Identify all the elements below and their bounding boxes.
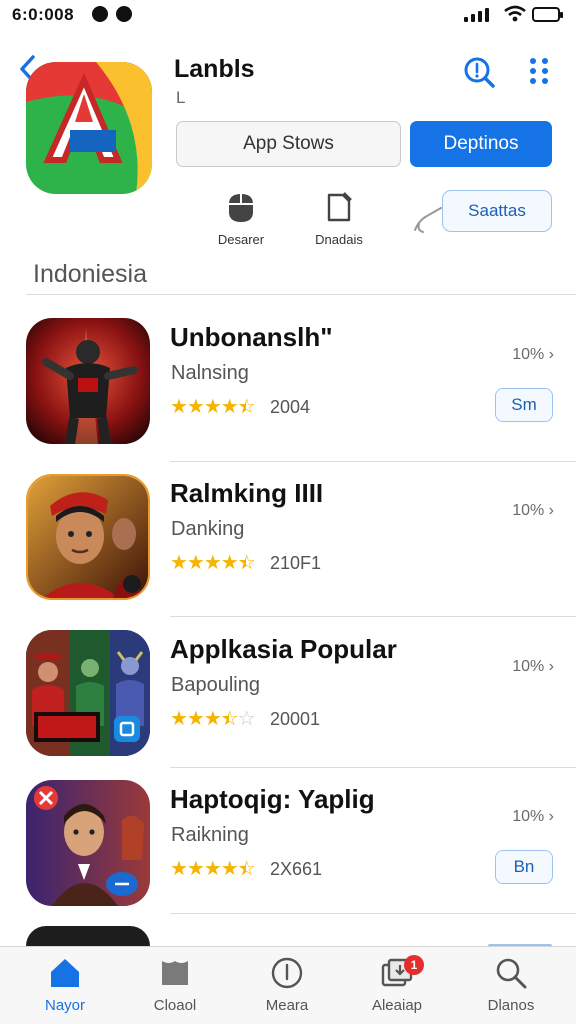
tab-cloaol[interactable]: Cloaol bbox=[130, 955, 220, 1021]
percent-value: 10% bbox=[512, 808, 545, 825]
tab-label: Dlanos bbox=[487, 997, 535, 1014]
app-thumbnail bbox=[26, 780, 150, 906]
action-label: Dnadais bbox=[315, 232, 363, 247]
section-title: Indoniesia bbox=[33, 260, 147, 288]
app-subtitle: L bbox=[176, 88, 186, 107]
app-name: Unbonanslh" bbox=[170, 322, 333, 352]
home-icon bbox=[51, 959, 79, 987]
row-divider bbox=[170, 767, 576, 768]
tab-label: Meara bbox=[265, 997, 309, 1014]
mouse-icon bbox=[229, 194, 253, 222]
list-item-partial[interactable] bbox=[0, 926, 576, 946]
list-item[interactable]: Ralmking IIII Danking ★★★★☆★ 210F1 10% › bbox=[0, 474, 576, 624]
tab-nayor[interactable]: Nayor bbox=[20, 955, 110, 1021]
percent-label: 10% › bbox=[512, 346, 554, 364]
list-item[interactable]: Haptoqig: Yaplig Raikning ★★★★☆★ 2X661 1… bbox=[0, 780, 576, 930]
app-thumbnail bbox=[26, 630, 150, 756]
chevron-right-icon: › bbox=[548, 658, 554, 675]
rating-count: 2X661 bbox=[270, 859, 323, 879]
chevron-right-icon: › bbox=[548, 346, 554, 363]
action-label: Desarer bbox=[217, 232, 265, 247]
info-icon bbox=[271, 957, 303, 989]
get-button[interactable]: Bn bbox=[495, 850, 553, 884]
tab-bar: Nayor Cloaol Meara 1 Aleaiap Dlanos bbox=[0, 946, 576, 1024]
save-button[interactable]: Saattas bbox=[442, 190, 552, 232]
navigation-icon bbox=[116, 6, 132, 22]
dnadais-action[interactable]: Dnadais bbox=[294, 190, 384, 250]
row-divider bbox=[170, 616, 576, 617]
wifi-icon bbox=[504, 5, 526, 22]
list-item[interactable]: Unbonanslh" Nalnsing ★★★★☆★ 2004 10% › S… bbox=[0, 318, 576, 468]
app-thumbnail bbox=[26, 474, 150, 600]
edit-icon bbox=[327, 192, 352, 222]
cellular-signal-icon bbox=[464, 8, 490, 22]
app-name: Applkasia Popular bbox=[170, 634, 397, 664]
app-title: Lanbls bbox=[174, 55, 255, 83]
app-category: Raikning bbox=[171, 824, 249, 846]
row-divider bbox=[170, 461, 576, 462]
app-category: Bapouling bbox=[171, 674, 260, 696]
percent-label: 10% › bbox=[512, 808, 554, 826]
desarer-action[interactable]: Desarer bbox=[196, 190, 286, 250]
app-category: Danking bbox=[171, 518, 245, 540]
get-button[interactable]: Sm bbox=[495, 388, 553, 422]
status-time: 6:0:008 bbox=[12, 5, 75, 24]
section-divider bbox=[26, 294, 576, 295]
row-divider bbox=[170, 913, 576, 914]
app-thumbnail bbox=[26, 926, 150, 946]
app-thumbnail bbox=[26, 318, 150, 444]
star-rating: ★★★★☆★ bbox=[170, 552, 256, 574]
status-bar: 6:0:008 bbox=[0, 0, 576, 30]
chevron-right-icon: › bbox=[548, 808, 554, 825]
search-icon[interactable] bbox=[462, 55, 496, 89]
chevron-right-icon: › bbox=[548, 502, 554, 519]
tab-label: Nayor bbox=[44, 997, 85, 1014]
more-options-icon[interactable] bbox=[528, 56, 550, 86]
rating-count: 2004 bbox=[270, 397, 311, 417]
star-rating: ★★★☆★☆ bbox=[170, 708, 256, 730]
battery-icon bbox=[532, 7, 563, 22]
app-icon bbox=[26, 62, 152, 194]
percent-label: 10% › bbox=[512, 502, 554, 520]
list-item[interactable]: Applkasia Popular Bapouling ★★★☆★☆ 20001… bbox=[0, 630, 576, 780]
notification-badge: 1 bbox=[404, 955, 424, 975]
app-stores-button[interactable]: App Stows bbox=[176, 121, 401, 167]
star-rating: ★★★★☆★ bbox=[170, 396, 256, 418]
percent-label: 10% › bbox=[512, 658, 554, 676]
search-icon bbox=[496, 958, 527, 989]
star-rating: ★★★★☆★ bbox=[170, 858, 256, 880]
percent-value: 10% bbox=[512, 502, 545, 519]
options-button[interactable]: Deptinos bbox=[410, 121, 552, 167]
tab-label: Cloaol bbox=[153, 997, 197, 1014]
tab-dlanos[interactable]: Dlanos bbox=[466, 955, 556, 1021]
tab-meara[interactable]: Meara bbox=[242, 955, 332, 1021]
rating-count: 20001 bbox=[270, 709, 321, 729]
percent-value: 10% bbox=[512, 658, 545, 675]
notification-icon bbox=[92, 6, 108, 22]
percent-value: 10% bbox=[512, 346, 545, 363]
tab-label: Aleaiap bbox=[371, 997, 423, 1014]
cloud-icon bbox=[162, 961, 188, 985]
app-name: Ralmking IIII bbox=[170, 478, 324, 508]
app-category: Nalnsing bbox=[171, 362, 249, 384]
tab-aleaiap[interactable]: 1 Aleaiap bbox=[352, 955, 442, 1021]
rating-count: 210F1 bbox=[270, 553, 322, 573]
app-name: Haptoqig: Yaplig bbox=[170, 784, 375, 814]
